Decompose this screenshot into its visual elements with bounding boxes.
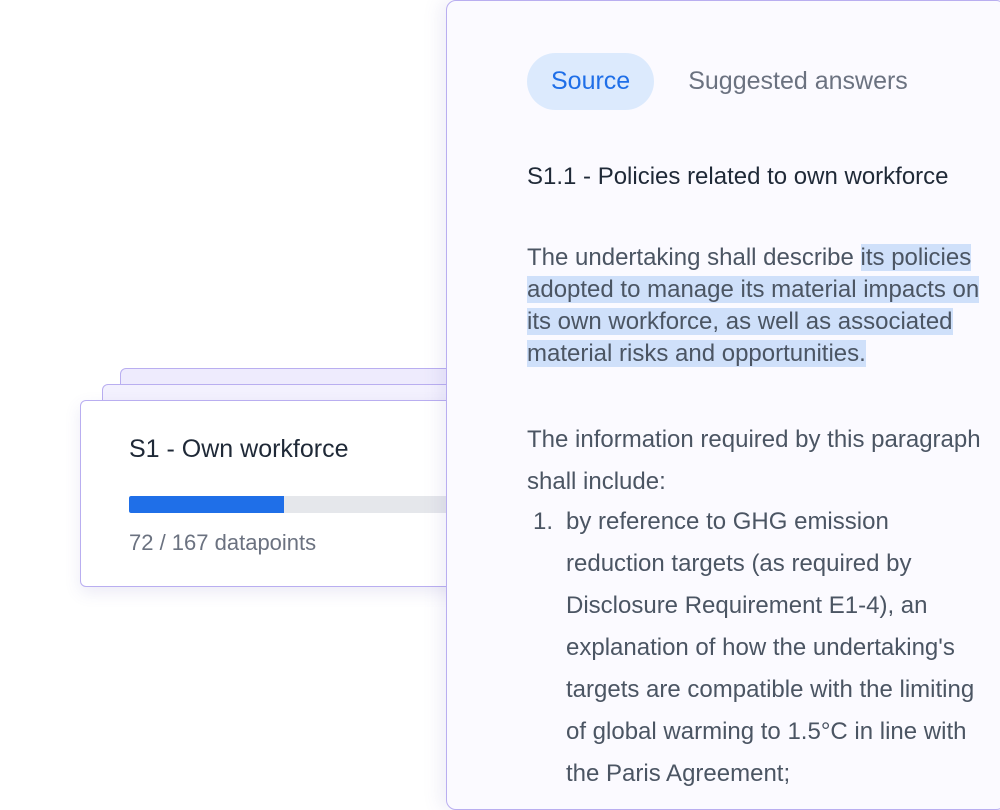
list-item: by reference to GHG emission reduction t… <box>566 501 974 795</box>
highlighted-text: its own workforce, as well as associated <box>527 308 953 335</box>
paragraph-line: material risks and opportunities. <box>527 338 979 370</box>
tab-source[interactable]: Source <box>527 53 655 110</box>
requirement-paragraph: The undertaking shall describe its polic… <box>527 242 980 370</box>
paragraph-line: its own workforce, as well as associated <box>527 306 979 338</box>
highlighted-text: adopted to manage its material impacts o… <box>527 276 980 303</box>
highlighted-text: its policies <box>860 244 972 271</box>
topic-card-title: S1 - Own workforce <box>129 435 349 463</box>
information-paragraph: The information required by this paragra… <box>527 419 981 503</box>
topic-card[interactable]: S1 - Own workforce 72 / 167 datapoints <box>80 400 500 587</box>
list-item-line: the Paris Agreement; <box>566 760 791 787</box>
list-item-number: 1. <box>533 508 554 535</box>
datapoints-count: 72 / 167 datapoints <box>129 530 317 555</box>
panel-tabs: Source Suggested answers <box>527 53 932 110</box>
list-item-line: targets are compatible with the limiting <box>566 676 975 703</box>
list-item-line: of global warming to 1.5°C in line with <box>566 718 967 745</box>
paragraph-line: The information required by this paragra… <box>527 426 981 453</box>
paragraph-line: adopted to manage its material impacts o… <box>527 274 980 306</box>
list-item-line: by reference to GHG emission <box>566 508 889 535</box>
list-item-line: Disclosure Requirement E1-4), an <box>566 592 928 619</box>
paragraph-text: The undertaking shall describe <box>527 244 861 271</box>
section-heading: S1.1 - Policies related to own workforce <box>527 163 949 190</box>
paragraph-line: shall include: <box>527 468 666 495</box>
list-item-line: reduction targets (as required by <box>566 550 912 577</box>
datapoints-progress-fill <box>129 496 285 513</box>
list-item-line: explanation of how the undertaking's <box>566 634 955 661</box>
source-panel: Source Suggested answers S1.1 - Policies… <box>446 0 1000 810</box>
highlighted-text: material risks and opportunities. <box>527 340 866 367</box>
paragraph-line: The undertaking shall describe its polic… <box>527 242 979 274</box>
tab-suggested-answers[interactable]: Suggested answers <box>672 53 932 110</box>
datapoints-progress-bar <box>129 496 489 513</box>
